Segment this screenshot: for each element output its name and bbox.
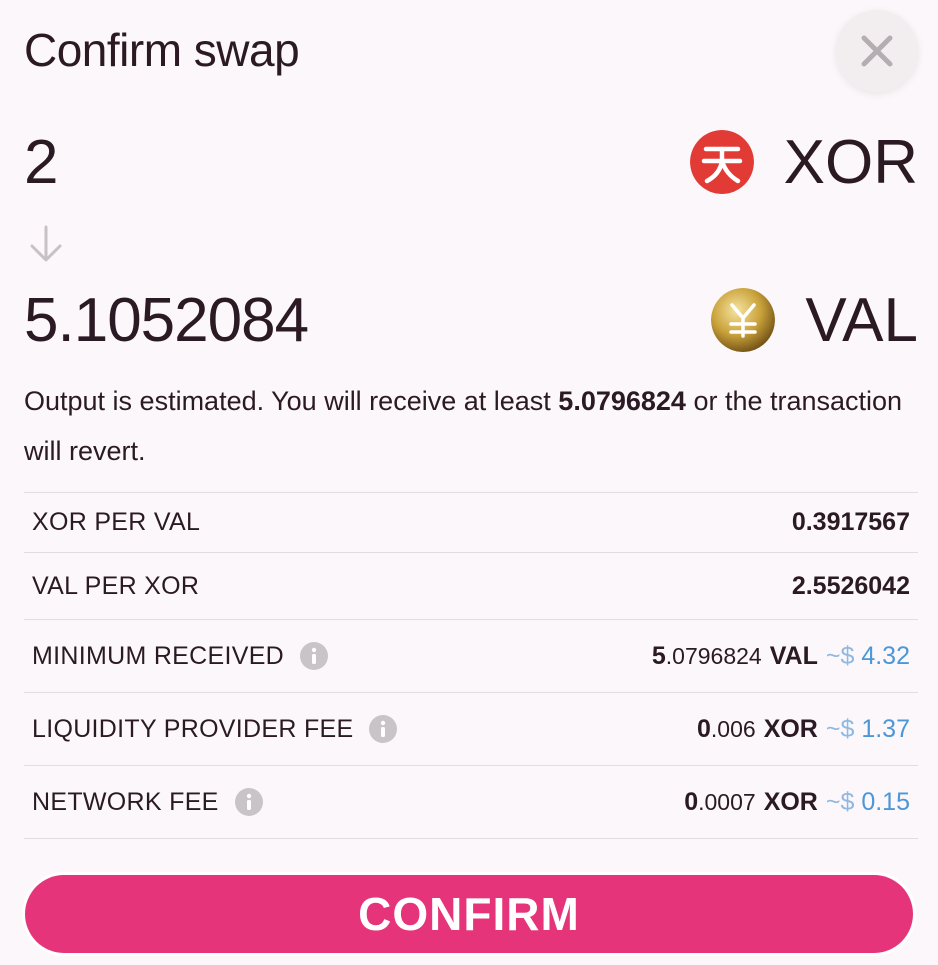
close-icon: [861, 35, 893, 67]
xor-token-icon: [689, 130, 754, 194]
info-icon[interactable]: [300, 642, 329, 670]
detail-label-wrap: MINIMUM RECEIVED: [32, 641, 329, 671]
value-integer: 0: [684, 787, 699, 816]
from-token[interactable]: XOR: [689, 127, 918, 198]
fiat-value: ~$ 1.37: [826, 715, 910, 744]
detail-label: VAL PER XOR: [32, 571, 200, 600]
value-fraction: .0007: [698, 788, 756, 815]
swap-details: XOR PER VAL 0.3917567 VAL PER XOR 2.5526…: [24, 492, 918, 839]
fiat-prefix: ~$: [825, 787, 855, 816]
fiat-amount: 4.32: [854, 641, 910, 670]
confirm-button[interactable]: CONFIRM: [25, 875, 913, 953]
to-amount: 5.1052084: [24, 285, 309, 355]
detail-value: 0 .006 XOR ~$ 1.37: [697, 715, 910, 744]
from-token-symbol: XOR: [783, 127, 918, 197]
arrow-down-icon: [30, 225, 62, 262]
detail-row-val-per-xor: VAL PER XOR 2.5526042: [24, 553, 918, 620]
value-symbol: VAL: [769, 641, 818, 670]
to-token[interactable]: VAL: [711, 285, 918, 356]
modal-title: Confirm swap: [24, 24, 300, 76]
fiat-amount: 1.37: [854, 714, 910, 743]
info-icon[interactable]: [369, 715, 398, 743]
detail-label-wrap: LIQUIDITY PROVIDER FEE: [32, 714, 398, 744]
detail-label: MINIMUM RECEIVED: [32, 641, 285, 670]
estimate-note-prefix: Output is estimated. You will receive at…: [24, 386, 551, 416]
value-fraction: .006: [710, 715, 756, 742]
detail-label: XOR PER VAL: [32, 508, 201, 536]
detail-row-minimum-received: MINIMUM RECEIVED 5 .0796824 VAL ~$ 4.32: [24, 620, 918, 693]
detail-value: 0 .0007 XOR ~$ 0.15: [684, 788, 910, 817]
value-integer: 5: [651, 641, 666, 670]
fiat-prefix: ~$: [825, 714, 855, 743]
detail-value: 2.5526042: [791, 571, 910, 600]
detail-row-liquidity-fee: LIQUIDITY PROVIDER FEE 0 .006 XOR ~$ 1.3…: [24, 693, 918, 766]
fiat-value: ~$ 4.32: [826, 642, 910, 671]
val-token-icon: [711, 288, 776, 352]
from-row: 2 XOR: [24, 127, 918, 197]
to-row: 5.1052084 VAL: [24, 284, 918, 356]
value-symbol: XOR: [763, 787, 818, 816]
from-amount: 2: [24, 127, 58, 197]
info-icon[interactable]: [234, 788, 263, 816]
estimate-note-amount: 5.0796824: [558, 386, 686, 416]
value-integer: 0: [697, 714, 711, 743]
value-fraction: .0796824: [665, 642, 762, 669]
detail-label: LIQUIDITY PROVIDER FEE: [32, 714, 354, 743]
detail-row-xor-per-val: XOR PER VAL 0.3917567: [24, 493, 918, 553]
detail-row-network-fee: NETWORK FEE 0 .0007 XOR ~$ 0.15: [24, 766, 918, 839]
detail-value: 5 .0796824 VAL ~$ 4.32: [652, 642, 910, 671]
detail-value: 0.3917567: [791, 508, 910, 536]
estimate-note: Output is estimated. You will receive at…: [24, 376, 918, 476]
close-button[interactable]: [836, 10, 918, 92]
to-token-symbol: VAL: [805, 285, 918, 355]
confirm-button-frame: CONFIRM: [22, 872, 916, 956]
fiat-amount: 0.15: [854, 787, 910, 816]
value-symbol: XOR: [763, 714, 818, 743]
fiat-value: ~$ 0.15: [826, 788, 910, 817]
fiat-prefix: ~$: [825, 641, 855, 670]
detail-label-wrap: NETWORK FEE: [32, 788, 263, 817]
detail-label: NETWORK FEE: [32, 787, 219, 816]
